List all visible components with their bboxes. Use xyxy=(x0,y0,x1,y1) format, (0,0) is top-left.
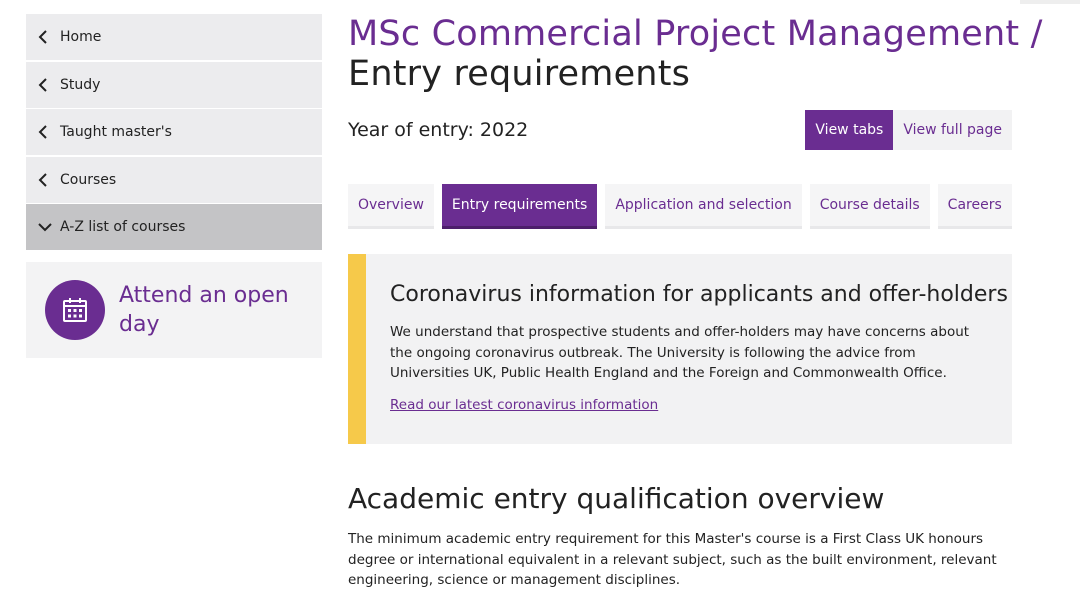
coronavirus-notice: Coronavirus information for applicants a… xyxy=(348,254,1012,444)
course-tabs: Overview Entry requirements Application … xyxy=(348,184,1012,229)
academic-heading: Academic entry qualification overview xyxy=(348,482,885,515)
main-content: MSc Commercial Project Management / Entr… xyxy=(348,14,1043,591)
open-day-link[interactable]: Attend an open day xyxy=(26,262,322,359)
chevron-down-icon xyxy=(38,222,60,232)
view-toggle: View tabs View full page xyxy=(805,110,1012,150)
scrollbar-hint xyxy=(1020,0,1080,4)
chevron-left-icon xyxy=(38,125,60,139)
tab-application-and-selection[interactable]: Application and selection xyxy=(605,184,802,229)
sidebar-nav: Home Study Taught master's Courses A-Z l… xyxy=(26,14,322,359)
tab-overview[interactable]: Overview xyxy=(348,184,434,229)
sidebar-item-label: A-Z list of courses xyxy=(60,219,186,236)
chevron-left-icon xyxy=(38,173,60,187)
notice-title: Coronavirus information for applicants a… xyxy=(390,282,1008,307)
course-title: MSc Commercial Project Management / xyxy=(348,14,1043,54)
sidebar-item-label: Study xyxy=(60,76,101,93)
tab-entry-requirements[interactable]: Entry requirements xyxy=(441,184,598,229)
section-title: Entry requirements xyxy=(348,54,691,94)
sidebar-item-study[interactable]: Study xyxy=(26,61,322,108)
calendar-icon xyxy=(45,280,105,341)
sidebar-item-taught-masters[interactable]: Taught master's xyxy=(26,109,322,156)
sidebar-item-label: Home xyxy=(60,29,102,45)
sidebar-item-az-courses[interactable]: A-Z list of courses xyxy=(26,204,322,251)
view-full-page-button[interactable]: View full page xyxy=(893,110,1012,150)
sidebar-item-courses[interactable]: Courses xyxy=(26,156,322,203)
tab-careers[interactable]: Careers xyxy=(937,184,1012,229)
sidebar-item-home[interactable]: Home xyxy=(26,14,322,60)
tab-course-details[interactable]: Course details xyxy=(809,184,930,229)
chevron-left-icon xyxy=(38,77,60,92)
sidebar-item-label: Courses xyxy=(60,171,117,188)
view-tabs-button[interactable]: View tabs xyxy=(805,110,894,150)
chevron-left-icon xyxy=(38,30,60,44)
coronavirus-info-link[interactable]: Read our latest coronavirus information xyxy=(390,397,658,413)
page-title: MSc Commercial Project Management / Entr… xyxy=(348,14,1043,94)
year-of-entry: Year of entry: 2022 xyxy=(348,119,529,141)
sidebar-item-label: Taught master's xyxy=(60,124,172,141)
open-day-label: Attend an open day xyxy=(119,283,289,338)
notice-body: We understand that prospective students … xyxy=(390,324,970,381)
academic-body: The minimum academic entry requirement f… xyxy=(348,531,997,588)
year-row: Year of entry: 2022 View tabs View full … xyxy=(348,110,1012,150)
